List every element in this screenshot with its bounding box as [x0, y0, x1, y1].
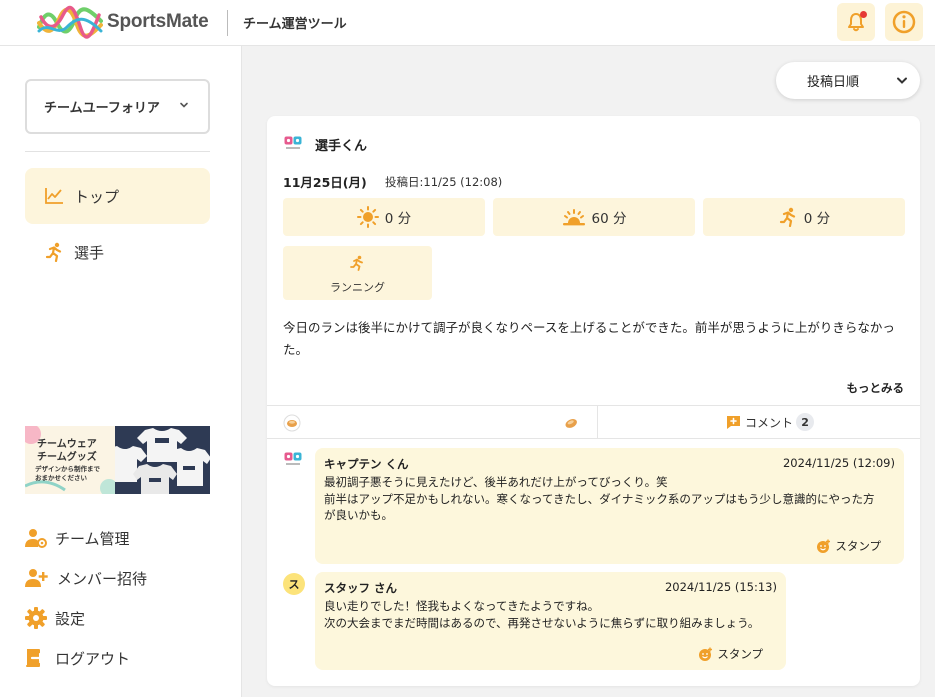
stat-value: 0 分 — [803, 211, 831, 227]
comment-count-badge: 2 — [796, 413, 815, 431]
chevron-down-icon — [897, 77, 907, 84]
sidebar-item-players[interactable]: 選手 — [25, 224, 210, 280]
post-action-bar: コメント 2 — [267, 405, 920, 439]
logo-mark-icon — [37, 5, 103, 39]
invite-member-link[interactable]: メンバー招待 — [25, 566, 147, 590]
comment-body: 最初調子悪そうに見えたけど、後半あれだけ上がってびっくり。笑 前半はアップ不足か… — [324, 475, 875, 522]
tshirts-icon — [109, 426, 210, 494]
comment-author[interactable]: キャプテン くん — [324, 456, 409, 472]
chevron-down-icon — [180, 102, 188, 108]
smile-add-icon — [699, 647, 713, 661]
action-divider — [597, 406, 598, 438]
settings-label: 設定 — [55, 609, 86, 628]
team-admin-icon — [25, 529, 47, 548]
comment-time: 2024/11/25 (15:13) — [664, 580, 777, 594]
activity-tag: ランニング — [283, 246, 432, 300]
post-body: 今日のランは後半にかけて調子が良くなりペースを上げることができた。前半が思うよう… — [283, 320, 895, 357]
runner-icon — [779, 207, 795, 227]
post-date: 11月25日(月) — [283, 175, 367, 190]
header-divider — [227, 10, 228, 36]
comment-time: 2024/11/25 (12:09) — [782, 456, 895, 470]
stamp-add-icon[interactable] — [283, 414, 301, 432]
post-card: 選手くん 11月25日(月) 投稿日:11/25 (12:08) 0 分 60 … — [267, 116, 920, 686]
gear-icon — [25, 607, 47, 629]
banner-title: チームウェア チームグッズ — [37, 439, 97, 463]
sidebar: チームユーフォリア トップ 選手 チームウェア チームグッズ デザインから制作ま… — [0, 46, 242, 697]
notification-dot — [860, 11, 867, 18]
stat-evening: 60 分 — [493, 198, 695, 236]
logout-icon — [26, 649, 46, 667]
stamp-button[interactable]: スタンプ — [816, 538, 881, 554]
sort-select[interactable]: 投稿日順 — [776, 62, 920, 99]
chart-icon — [45, 188, 63, 204]
banner-subtitle: デザインから制作まで おまかせください — [35, 465, 100, 482]
comment-item: キャプテン くん 2024/11/25 (12:09) 最初調子悪そうに見えたけ… — [315, 448, 904, 564]
logo[interactable]: SportsMate — [37, 4, 209, 40]
add-user-icon — [25, 569, 48, 587]
stamp-label: スタンプ — [717, 647, 763, 661]
team-select[interactable]: チームユーフォリア — [25, 79, 210, 134]
comment-body: 良い走りでした！怪我もよくなってきたようですね。 次の大会までまだ時間はあるので… — [324, 599, 760, 630]
team-admin-label: チーム管理 — [55, 529, 130, 548]
more-link[interactable]: もっとみる — [847, 380, 905, 396]
team-admin-link[interactable]: チーム管理 — [25, 526, 130, 550]
posted-at: 投稿日:11/25 (12:08) — [385, 175, 503, 189]
goods-banner[interactable]: チームウェア チームグッズ デザインから制作まで おまかせください — [25, 426, 210, 494]
sidebar-item-label: 選手 — [74, 243, 105, 262]
stat-running: 0 分 — [703, 198, 905, 236]
header-subtitle: チーム運営ツール — [243, 17, 347, 32]
sidebar-item-label: トップ — [74, 187, 120, 206]
running-icon — [350, 255, 363, 271]
staff-avatar: ス — [283, 573, 305, 595]
sidebar-divider — [25, 151, 210, 152]
sort-select-label: 投稿日順 — [807, 75, 860, 90]
logo-text: SportsMate — [107, 11, 209, 32]
comment-label: コメント — [745, 415, 794, 430]
banner-text-area: チームウェア チームグッズ デザインから制作まで おまかせください — [25, 426, 115, 494]
stamp-label: スタンプ — [835, 539, 881, 553]
info-button[interactable] — [885, 3, 923, 41]
notification-button[interactable] — [837, 3, 875, 41]
smile-add-icon — [817, 539, 831, 553]
sidebar-item-top[interactable]: トップ — [25, 168, 210, 224]
author-avatar-icon — [284, 136, 302, 149]
comment-add-icon — [727, 415, 740, 429]
info-icon — [892, 10, 916, 34]
banner-goods-image — [109, 426, 210, 494]
comment-author[interactable]: スタッフ さん — [324, 580, 397, 596]
invite-member-label: メンバー招待 — [57, 569, 148, 588]
activity-label: ランニング — [330, 281, 385, 294]
stat-value: 60 分 — [591, 211, 627, 227]
runner-icon — [45, 242, 62, 262]
comment-item: スタッフ さん 2024/11/25 (15:13) 良い走りでした！怪我もよく… — [315, 572, 786, 670]
reaction-stamp-icon[interactable] — [564, 416, 578, 430]
logout-label: ログアウト — [55, 649, 131, 668]
team-select-label: チームユーフォリア — [44, 101, 160, 116]
stamp-button[interactable]: スタンプ — [698, 646, 763, 662]
captain-avatar-icon — [284, 452, 302, 465]
stat-value: 0 分 — [384, 211, 412, 227]
sun-icon — [356, 206, 379, 228]
app-header: SportsMate チーム運営ツール — [0, 0, 935, 46]
post-author[interactable]: 選手くん — [315, 135, 367, 154]
sunset-icon — [562, 209, 585, 226]
stat-morning: 0 分 — [283, 198, 485, 236]
settings-link[interactable]: 設定 — [25, 606, 85, 630]
logout-link[interactable]: ログアウト — [25, 646, 130, 670]
comment-button[interactable]: コメント 2 — [726, 413, 815, 431]
